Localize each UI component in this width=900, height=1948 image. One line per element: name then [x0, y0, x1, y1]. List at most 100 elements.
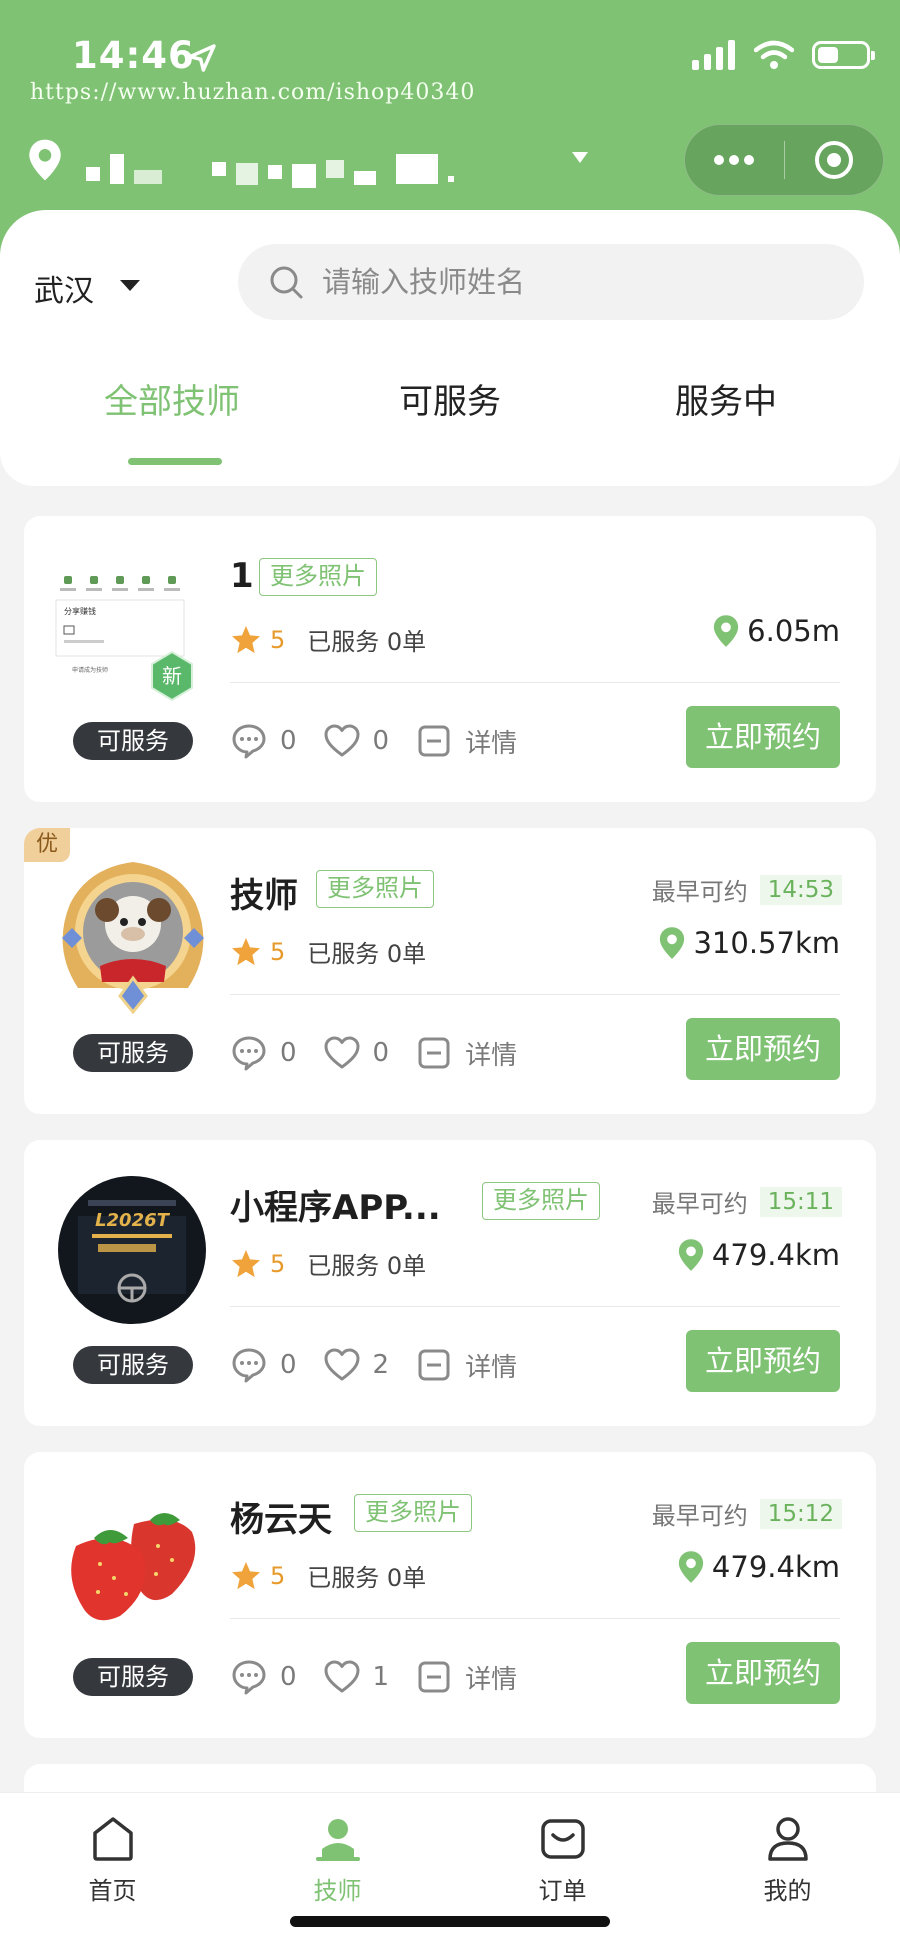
like-count: 0 — [372, 1038, 390, 1068]
location-name-blurred[interactable] — [86, 150, 454, 188]
like-action[interactable]: 2 — [323, 1346, 389, 1384]
search-input[interactable] — [322, 265, 842, 299]
details-icon — [418, 1349, 450, 1381]
comment-count: 0 — [280, 1662, 297, 1692]
distance-pin-icon — [678, 1239, 704, 1271]
status-badge: 可服务 — [73, 722, 193, 760]
tab-all-technicians[interactable]: 全部技师 — [34, 374, 310, 423]
tabbar-item-home[interactable]: 首页 — [0, 1813, 225, 1906]
svg-text:新: 新 — [162, 664, 182, 688]
tabbar-item-order[interactable]: 订单 — [450, 1813, 675, 1906]
earliest-label: 最早可约 — [651, 878, 748, 906]
like-action[interactable]: 1 — [323, 1658, 389, 1696]
distance-pin-icon — [660, 927, 685, 959]
technician-avatar — [71, 1513, 196, 1621]
watermark-url: https://www.huzhan.com/ishop40340 — [30, 80, 476, 105]
details-action[interactable]: 详情 — [415, 1034, 517, 1072]
comment-icon — [232, 1036, 266, 1071]
heart-icon — [324, 1660, 360, 1693]
details-action[interactable]: 详情 — [415, 1658, 517, 1696]
details-icon — [418, 725, 450, 757]
distance-pin-icon — [678, 1551, 704, 1583]
rating-value: 5 — [270, 1561, 286, 1590]
tabbar-label: 首页 — [88, 1877, 137, 1905]
more-photos-button[interactable]: 更多照片 — [354, 1494, 472, 1532]
rating-value: 5 — [270, 625, 286, 654]
avatar-logo-text: L2026T — [95, 1210, 171, 1231]
status-badge: 可服务 — [73, 1034, 193, 1072]
filter-panel: 武汉 全部技师 可服务 服务中 — [0, 210, 900, 486]
city-dropdown-caret-icon[interactable] — [120, 280, 140, 291]
earliest-time: 15:11 — [759, 1186, 842, 1217]
technician-icon — [315, 1819, 360, 1861]
distance-value: 479.4km — [711, 1238, 840, 1272]
comment-icon — [232, 1348, 266, 1383]
details-label: 详情 — [465, 728, 518, 759]
comments-action[interactable]: 0 — [230, 722, 297, 760]
tabbar-item-technician[interactable]: 技师 — [225, 1813, 450, 1906]
more-photos-button[interactable]: 更多照片 — [316, 870, 434, 908]
details-icon — [418, 1661, 450, 1693]
comment-icon — [232, 1660, 266, 1695]
book-now-button[interactable]: 立即预约 — [686, 1330, 840, 1392]
earliest-label: 最早可约 — [651, 1190, 748, 1218]
served-count: 已服务 0单 — [307, 1564, 427, 1592]
technician-name: 技师 — [230, 876, 298, 916]
technician-search-bar[interactable] — [238, 244, 864, 320]
technician-card[interactable]: 可服务 杨云天 更多照片 最早可约 15:12 5 已服务 0单 479.4km… — [24, 1452, 876, 1738]
location-dropdown-caret-icon[interactable] — [572, 152, 588, 163]
heart-icon — [324, 1348, 360, 1381]
like-action[interactable]: 0 — [323, 722, 390, 760]
details-label: 详情 — [465, 1664, 518, 1695]
search-icon — [270, 266, 303, 299]
thumbnail-title: 分享赚钱 — [64, 606, 96, 616]
comments-action[interactable]: 0 — [230, 1346, 297, 1384]
comments-action[interactable]: 0 — [230, 1658, 297, 1696]
comment-icon — [232, 724, 266, 759]
city-selector[interactable]: 武汉 — [34, 266, 94, 310]
book-now-button[interactable]: 立即预约 — [686, 1018, 840, 1080]
details-action[interactable]: 详情 — [415, 1346, 517, 1384]
details-action[interactable]: 详情 — [415, 722, 517, 760]
close-mini-program-icon[interactable] — [784, 141, 883, 179]
star-icon — [232, 1249, 260, 1277]
home-icon — [92, 1817, 133, 1861]
rating-value: 5 — [270, 937, 286, 966]
signal-icon — [692, 40, 735, 70]
like-count: 0 — [372, 726, 390, 756]
tabbar-item-profile[interactable]: 我的 — [675, 1813, 900, 1906]
status-time: 14:46 — [72, 34, 195, 77]
tab-in-service[interactable]: 服务中 — [588, 374, 864, 423]
comments-action[interactable]: 0 — [230, 1034, 297, 1072]
served-count: 已服务 0单 — [307, 1252, 427, 1280]
technician-card[interactable]: 优 可服务 技师 更多照片 最早可约 14:53 5 已服务 0单 310.57… — [24, 828, 876, 1114]
comment-count: 0 — [280, 1350, 297, 1380]
more-photos-button[interactable]: 更多照片 — [482, 1182, 600, 1220]
status-badge: 可服务 — [73, 1658, 193, 1696]
status-bar: 14:46 https://www.huzhan.com/ishop40340 — [0, 0, 900, 105]
tabbar-label: 我的 — [763, 1877, 812, 1905]
tabbar-label: 技师 — [313, 1877, 362, 1905]
book-now-button[interactable]: 立即预约 — [686, 706, 840, 768]
technician-name: 1 — [230, 556, 254, 596]
technician-card[interactable]: L2026T 可服务 小程序APP... 更多照片 最早可约 15:11 5 已… — [24, 1140, 876, 1426]
distance-pin-icon — [714, 615, 739, 647]
earliest-time: 14:53 — [759, 874, 842, 905]
location-pin-icon[interactable] — [26, 138, 64, 182]
more-photos-button[interactable]: 更多照片 — [259, 558, 377, 596]
more-options-icon[interactable] — [685, 155, 784, 165]
location-arrow-icon — [188, 44, 216, 72]
book-now-button[interactable]: 立即预约 — [686, 1642, 840, 1704]
star-icon — [232, 1561, 260, 1589]
details-icon — [418, 1037, 450, 1069]
profile-icon — [767, 1817, 808, 1861]
battery-icon — [812, 41, 875, 69]
earliest-time: 15:12 — [759, 1498, 842, 1529]
like-action[interactable]: 0 — [323, 1034, 390, 1072]
heart-icon — [324, 1036, 360, 1069]
technician-name: 杨云天 — [230, 1500, 332, 1540]
tab-available[interactable]: 可服务 — [312, 374, 588, 423]
thumbnail-note: 申请成为技师 — [72, 666, 108, 674]
technician-card[interactable]: 分享赚钱 申请成为技师 新 可服务 1 更多照片 5 已服务 0单 6.05m … — [24, 516, 876, 802]
technician-name: 小程序APP... — [230, 1188, 441, 1228]
